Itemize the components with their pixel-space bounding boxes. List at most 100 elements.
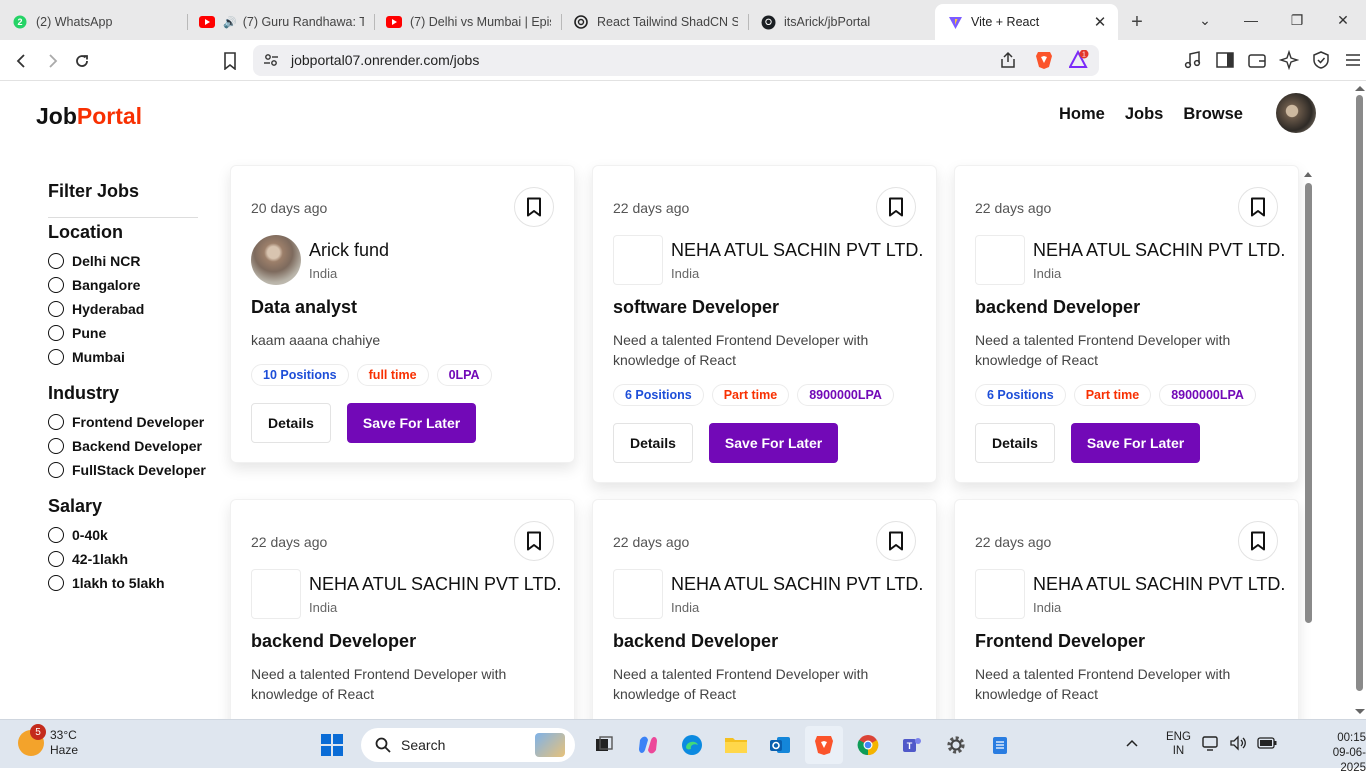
filter-option-frontend[interactable]: Frontend Developer bbox=[48, 410, 204, 434]
bookmark-icon[interactable] bbox=[1238, 187, 1278, 227]
outlook-icon[interactable] bbox=[761, 726, 799, 764]
site-info-icon[interactable] bbox=[263, 52, 279, 73]
details-button[interactable]: Details bbox=[613, 423, 693, 463]
taskbar-search[interactable]: Search bbox=[361, 728, 575, 762]
nav-home[interactable]: Home bbox=[1059, 105, 1105, 124]
browser-tab-chatgpt[interactable]: React Tailwind ShadCN Se bbox=[561, 4, 748, 40]
brave-rewards-icon[interactable]: 1 bbox=[1068, 49, 1091, 75]
search-highlight-icon bbox=[535, 733, 565, 757]
bookmark-icon[interactable] bbox=[876, 187, 916, 227]
filter-option-hyderabad[interactable]: Hyderabad bbox=[48, 297, 198, 321]
page-scroll-thumb[interactable] bbox=[1356, 95, 1363, 691]
radio-button[interactable] bbox=[48, 301, 64, 317]
filter-option-pune[interactable]: Pune bbox=[48, 321, 198, 345]
radio-button[interactable] bbox=[48, 575, 64, 591]
speaker-icon[interactable]: 🔊 bbox=[223, 16, 237, 29]
details-button[interactable]: Details bbox=[975, 423, 1055, 463]
media-icon[interactable] bbox=[1183, 50, 1203, 75]
radio-button[interactable] bbox=[48, 414, 64, 430]
teams-icon[interactable]: T bbox=[893, 726, 931, 764]
option-label: Bangalore bbox=[72, 277, 141, 293]
nav-jobs[interactable]: Jobs bbox=[1125, 105, 1164, 124]
back-icon[interactable] bbox=[11, 50, 33, 72]
bookmark-icon[interactable] bbox=[514, 187, 554, 227]
vpn-icon[interactable] bbox=[1311, 50, 1331, 75]
filter-option-mumbai[interactable]: Mumbai bbox=[48, 345, 198, 369]
maximize-button[interactable]: ❐ bbox=[1274, 12, 1320, 29]
edge-icon[interactable] bbox=[673, 726, 711, 764]
volume-icon[interactable] bbox=[1229, 734, 1247, 754]
weather-widget[interactable]: 5 33°C Haze bbox=[18, 724, 78, 758]
save-for-later-button[interactable]: Save For Later bbox=[346, 403, 477, 443]
browser-tab-youtube-2[interactable]: (7) Delhi vs Mumbai | Epis bbox=[374, 4, 561, 40]
radio-button[interactable] bbox=[48, 462, 64, 478]
address-bar[interactable]: jobportal07.onrender.com/jobs 1 bbox=[253, 45, 1099, 76]
radio-button[interactable] bbox=[48, 438, 64, 454]
job-card: 22 days ago NEHA ATUL SACHIN PVT LTD. In… bbox=[592, 499, 937, 719]
filter-option-salary-2[interactable]: 42-1lakh bbox=[48, 547, 198, 571]
forward-icon[interactable] bbox=[41, 50, 63, 72]
user-avatar[interactable] bbox=[1276, 93, 1316, 133]
bookmark-icon[interactable] bbox=[876, 521, 916, 561]
scroll-down-arrow-icon[interactable] bbox=[1355, 708, 1365, 716]
radio-button[interactable] bbox=[48, 551, 64, 567]
wallet-icon[interactable] bbox=[1247, 50, 1267, 75]
browser-tab-whatsapp[interactable]: 2 (2) WhatsApp bbox=[0, 4, 187, 40]
reload-icon[interactable] bbox=[71, 50, 93, 72]
save-for-later-button[interactable]: Save For Later bbox=[1070, 423, 1201, 463]
network-icon[interactable] bbox=[1201, 735, 1219, 754]
close-tab-icon[interactable]: ✕ bbox=[1092, 13, 1108, 31]
bookmark-page-icon[interactable] bbox=[219, 50, 241, 72]
company-name: Arick fund bbox=[309, 240, 390, 260]
minimize-button[interactable]: — bbox=[1228, 12, 1274, 28]
option-label: 42-1lakh bbox=[72, 551, 129, 567]
windows-start-icon[interactable] bbox=[313, 726, 351, 764]
radio-button[interactable] bbox=[48, 325, 64, 341]
radio-button[interactable] bbox=[48, 253, 64, 269]
brave-shields-icon[interactable] bbox=[1035, 50, 1053, 75]
file-explorer-icon[interactable] bbox=[717, 726, 755, 764]
radio-button[interactable] bbox=[48, 527, 64, 543]
filter-option-delhi-ncr[interactable]: Delhi NCR bbox=[48, 249, 198, 273]
scroll-up-arrow-icon[interactable] bbox=[1304, 170, 1312, 178]
system-clock[interactable]: 00:15 09-06-2025 bbox=[1312, 731, 1366, 776]
brave-browser-icon[interactable] bbox=[805, 726, 843, 764]
browser-tab-youtube-1[interactable]: 🔊 (7) Guru Randhawa: TA bbox=[187, 4, 374, 40]
share-icon[interactable] bbox=[999, 51, 1017, 74]
filter-option-salary-1[interactable]: 0-40k bbox=[48, 523, 198, 547]
copilot-icon[interactable] bbox=[629, 726, 667, 764]
bookmark-icon[interactable] bbox=[1238, 521, 1278, 561]
radio-button[interactable] bbox=[48, 349, 64, 365]
chrome-icon[interactable] bbox=[849, 726, 887, 764]
new-tab-button[interactable]: + bbox=[1118, 4, 1156, 40]
filter-option-bangalore[interactable]: Bangalore bbox=[48, 273, 198, 297]
filter-option-fullstack[interactable]: FullStack Developer bbox=[48, 458, 206, 482]
battery-icon[interactable] bbox=[1257, 736, 1277, 752]
company-name: NEHA ATUL SACHIN PVT LTD. bbox=[671, 574, 924, 594]
bookmark-icon[interactable] bbox=[514, 521, 554, 561]
sidebar-icon[interactable] bbox=[1215, 50, 1235, 75]
task-view-icon[interactable] bbox=[585, 726, 623, 764]
leo-ai-icon[interactable] bbox=[1278, 49, 1300, 75]
browser-tab-vite[interactable]: Vite + React ✕ bbox=[935, 4, 1118, 40]
close-window-button[interactable]: ✕ bbox=[1320, 12, 1366, 29]
filter-option-salary-3[interactable]: 1lakh to 5lakh bbox=[48, 571, 198, 595]
notepad-icon[interactable] bbox=[981, 726, 1019, 764]
save-for-later-button[interactable]: Save For Later bbox=[708, 423, 839, 463]
browser-tab-github[interactable]: itsArick/jbPortal bbox=[748, 4, 935, 40]
posted-date: 20 days ago bbox=[251, 200, 328, 216]
filter-option-backend[interactable]: Backend Developer bbox=[48, 434, 202, 458]
job-list-scroll-thumb[interactable] bbox=[1305, 183, 1312, 623]
app-logo[interactable]: JobPortal bbox=[36, 103, 142, 130]
radio-button[interactable] bbox=[48, 277, 64, 293]
menu-icon[interactable] bbox=[1343, 50, 1363, 75]
show-hidden-icons-chevron-icon[interactable] bbox=[1126, 738, 1138, 750]
nav-browse[interactable]: Browse bbox=[1183, 105, 1243, 124]
tab-search-chevron-icon[interactable]: ⌄ bbox=[1182, 12, 1228, 29]
page-scrollbar[interactable] bbox=[1353, 81, 1366, 719]
scroll-up-arrow-icon[interactable] bbox=[1355, 84, 1365, 92]
language-indicator[interactable]: ENG IN bbox=[1166, 730, 1191, 758]
details-button[interactable]: Details bbox=[251, 403, 331, 443]
settings-icon[interactable] bbox=[937, 726, 975, 764]
job-list-scrollbar[interactable] bbox=[1304, 170, 1312, 720]
